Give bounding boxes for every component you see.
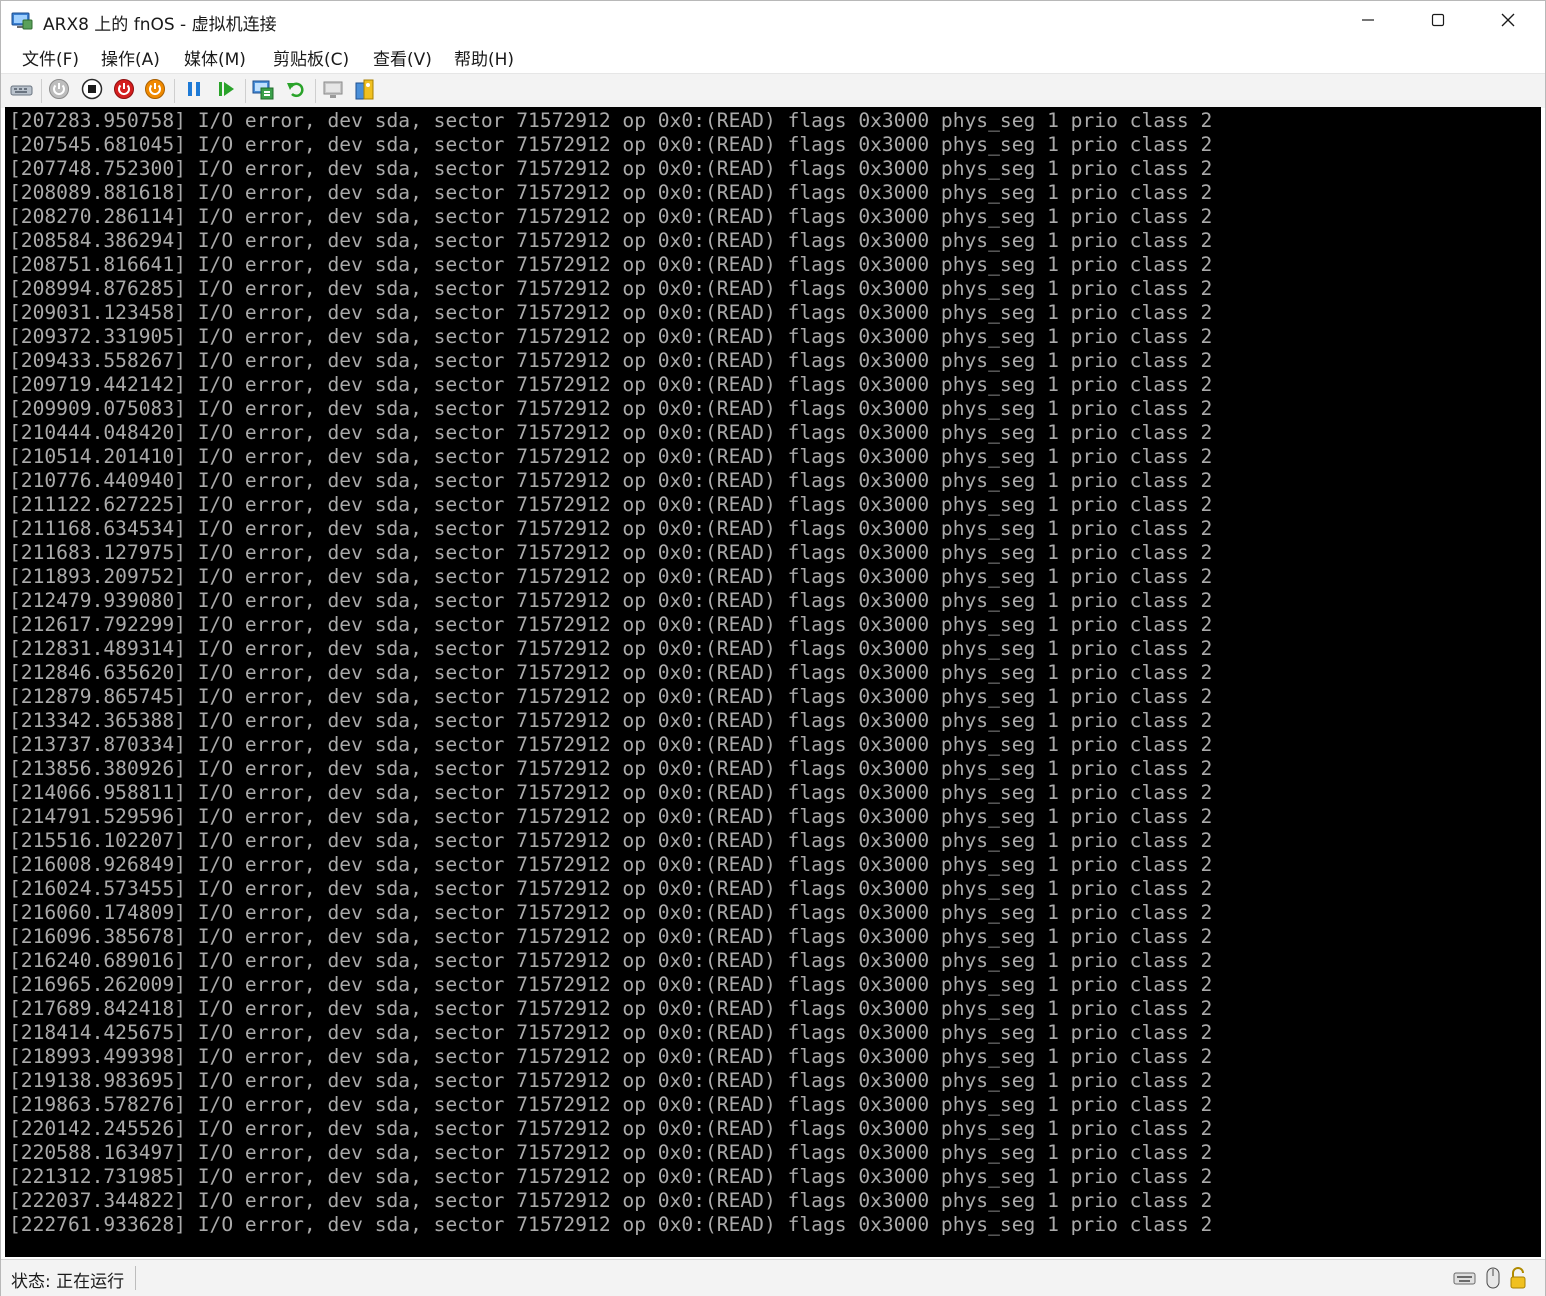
console-line: [214791.529596] I/O error, dev sda, sect…	[9, 805, 1213, 828]
console-line: [216240.689016] I/O error, dev sda, sect…	[9, 949, 1213, 972]
console-line: [215516.102207] I/O error, dev sda, sect…	[9, 829, 1213, 852]
share-button[interactable]	[351, 78, 377, 104]
console-line: [210514.201410] I/O error, dev sda, sect…	[9, 445, 1213, 468]
toolbar	[1, 73, 1545, 108]
title-bar[interactable]: ARX8 上的 fnOS - 虚拟机连接	[1, 1, 1545, 41]
console-line: [212879.865745] I/O error, dev sda, sect…	[9, 685, 1213, 708]
console-line: [218993.499398] I/O error, dev sda, sect…	[9, 1045, 1213, 1068]
console-line: [216024.573455] I/O error, dev sda, sect…	[9, 877, 1213, 900]
save-button[interactable]	[142, 78, 168, 104]
enhanced-session-icon	[322, 77, 346, 105]
console-line: [222037.344822] I/O error, dev sda, sect…	[9, 1189, 1213, 1212]
console-line: [210776.440940] I/O error, dev sda, sect…	[9, 469, 1213, 492]
console-line: [207283.950758] I/O error, dev sda, sect…	[9, 109, 1213, 132]
pause-icon	[184, 79, 204, 103]
share-icon	[352, 77, 376, 105]
console-line: [207748.752300] I/O error, dev sda, sect…	[9, 157, 1213, 180]
menu-view[interactable]: 查看(V)	[373, 45, 432, 70]
maximize-icon	[1431, 12, 1445, 31]
console-line: [211122.627225] I/O error, dev sda, sect…	[9, 493, 1213, 516]
console-line: [220142.245526] I/O error, dev sda, sect…	[9, 1117, 1213, 1140]
console-line: [218414.425675] I/O error, dev sda, sect…	[9, 1021, 1213, 1044]
console-line: [216096.385678] I/O error, dev sda, sect…	[9, 925, 1213, 948]
console-line: [216965.262009] I/O error, dev sda, sect…	[9, 973, 1213, 996]
console-line: [212846.635620] I/O error, dev sda, sect…	[9, 661, 1213, 684]
enhanced-session-button[interactable]	[321, 78, 347, 104]
console-line: [213856.380926] I/O error, dev sda, sect…	[9, 757, 1213, 780]
menu-clipboard[interactable]: 剪贴板(C)	[273, 45, 349, 70]
console-line: [208089.881618] I/O error, dev sda, sect…	[9, 181, 1213, 204]
vm-connection-window: ARX8 上的 fnOS - 虚拟机连接 文件(F) 操作(A) 媒体(M) 剪…	[0, 0, 1546, 1296]
shut-down-button[interactable]	[111, 78, 137, 104]
resume-button[interactable]	[213, 78, 239, 104]
maximize-button[interactable]	[1403, 1, 1473, 41]
keyboard-icon	[1453, 1266, 1477, 1290]
menu-media[interactable]: 媒体(M)	[184, 45, 246, 70]
console-line: [217689.842418] I/O error, dev sda, sect…	[9, 997, 1213, 1020]
console-line: [212617.792299] I/O error, dev sda, sect…	[9, 613, 1213, 636]
revert-icon	[285, 78, 307, 104]
turn-off-icon	[81, 78, 103, 104]
close-button[interactable]	[1473, 1, 1543, 41]
checkpoint-button[interactable]	[250, 78, 276, 104]
console-line: [219863.578276] I/O error, dev sda, sect…	[9, 1093, 1213, 1116]
menu-action[interactable]: 操作(A)	[101, 45, 160, 70]
console-line: [207545.681045] I/O error, dev sda, sect…	[9, 133, 1213, 156]
console-line: [212479.939080] I/O error, dev sda, sect…	[9, 589, 1213, 612]
menu-bar: 文件(F) 操作(A) 媒体(M) 剪贴板(C) 查看(V) 帮助(H)	[1, 41, 1545, 73]
shut-down-icon	[113, 78, 135, 104]
console-line: [208584.386294] I/O error, dev sda, sect…	[9, 229, 1213, 252]
window-title: ARX8 上的 fnOS - 虚拟机连接	[43, 15, 277, 35]
save-icon	[144, 78, 166, 104]
pause-button[interactable]	[181, 78, 207, 104]
console-line: [216060.174809] I/O error, dev sda, sect…	[9, 901, 1213, 924]
console-line: [211683.127975] I/O error, dev sda, sect…	[9, 541, 1213, 564]
resume-icon	[216, 79, 236, 103]
lock-icon	[1506, 1266, 1530, 1290]
console-line: [211168.634534] I/O error, dev sda, sect…	[9, 517, 1213, 540]
console-line: [222761.933628] I/O error, dev sda, sect…	[9, 1213, 1213, 1236]
menu-file[interactable]: 文件(F)	[22, 45, 79, 70]
turn-off-button[interactable]	[79, 78, 105, 104]
start-button[interactable]	[46, 78, 72, 104]
console-line: [209719.442142] I/O error, dev sda, sect…	[9, 373, 1213, 396]
console-line: [213342.365388] I/O error, dev sda, sect…	[9, 709, 1213, 732]
minimize-button[interactable]	[1333, 1, 1403, 41]
console-line: [214066.958811] I/O error, dev sda, sect…	[9, 781, 1213, 804]
console-line: [219138.983695] I/O error, dev sda, sect…	[9, 1069, 1213, 1092]
start-icon	[48, 78, 70, 104]
ctrl-alt-del-button[interactable]	[9, 78, 35, 104]
vm-console-screen[interactable]: [207283.950758] I/O error, dev sda, sect…	[5, 107, 1541, 1257]
checkpoint-icon	[251, 77, 275, 105]
ctrl-alt-del-icon	[10, 79, 34, 103]
console-line: [212831.489314] I/O error, dev sda, sect…	[9, 637, 1213, 660]
close-icon	[1501, 12, 1515, 31]
console-line: [213737.870334] I/O error, dev sda, sect…	[9, 733, 1213, 756]
console-line: [211893.209752] I/O error, dev sda, sect…	[9, 565, 1213, 588]
menu-help[interactable]: 帮助(H)	[454, 45, 514, 70]
minimize-icon	[1361, 12, 1375, 31]
revert-button[interactable]	[283, 78, 309, 104]
console-line: [209433.558267] I/O error, dev sda, sect…	[9, 349, 1213, 372]
console-line: [216008.926849] I/O error, dev sda, sect…	[9, 853, 1213, 876]
console-line: [209372.331905] I/O error, dev sda, sect…	[9, 325, 1213, 348]
console-line: [221312.731985] I/O error, dev sda, sect…	[9, 1165, 1213, 1188]
vm-status-text: 状态: 正在运行	[11, 1272, 125, 1292]
console-line: [209909.075083] I/O error, dev sda, sect…	[9, 397, 1213, 420]
console-line: [220588.163497] I/O error, dev sda, sect…	[9, 1141, 1213, 1164]
status-bar: 状态: 正在运行	[1, 1259, 1545, 1296]
mouse-icon	[1481, 1266, 1505, 1290]
vm-connect-icon	[11, 11, 33, 31]
console-line: [210444.048420] I/O error, dev sda, sect…	[9, 421, 1213, 444]
console-line: [208994.876285] I/O error, dev sda, sect…	[9, 277, 1213, 300]
console-line: [208751.816641] I/O error, dev sda, sect…	[9, 253, 1213, 276]
console-line: [209031.123458] I/O error, dev sda, sect…	[9, 301, 1213, 324]
console-line: [208270.286114] I/O error, dev sda, sect…	[9, 205, 1213, 228]
